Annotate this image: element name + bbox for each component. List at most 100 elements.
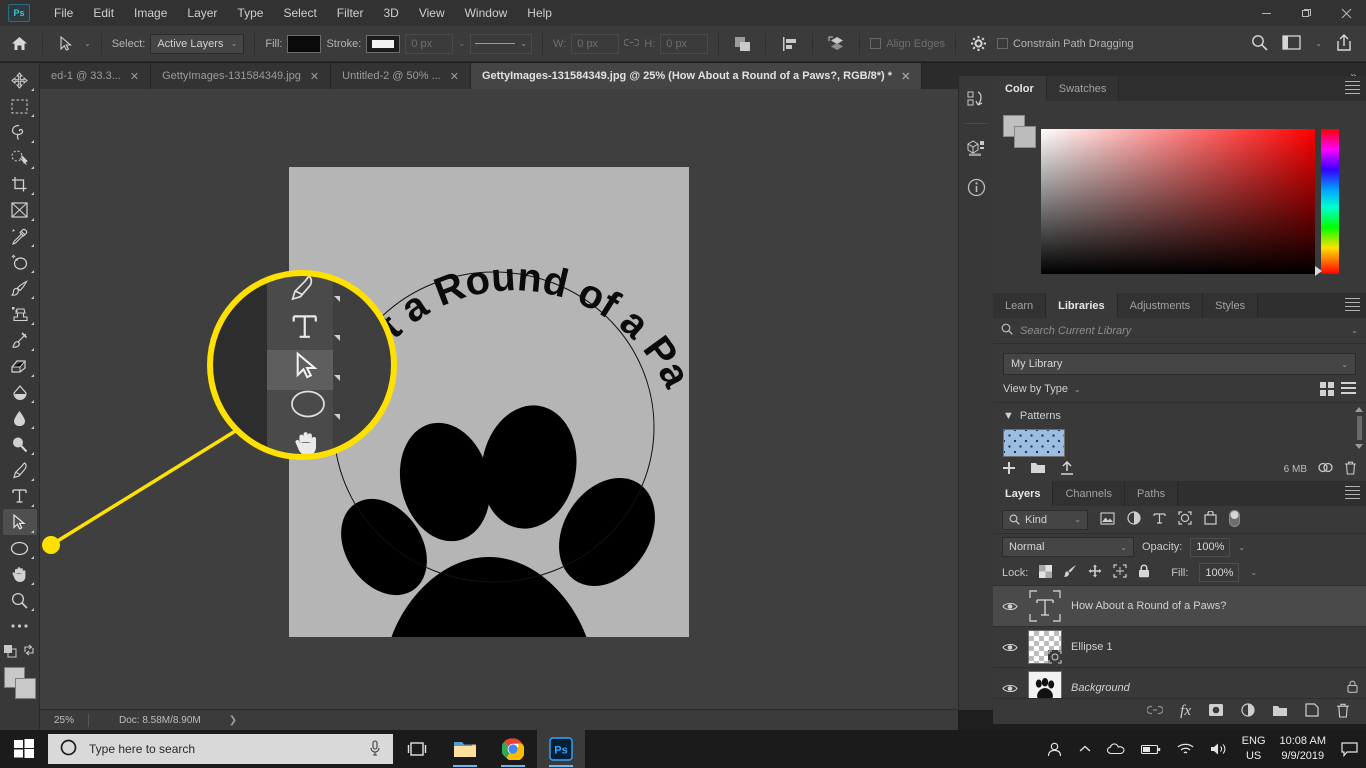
chrome-icon[interactable]: [489, 730, 537, 768]
layer-name[interactable]: Ellipse 1: [1071, 641, 1113, 653]
path-arrangement-icon[interactable]: [823, 32, 849, 56]
actions-icon[interactable]: [961, 84, 991, 114]
search-icon[interactable]: [1251, 34, 1268, 54]
document-tab-2[interactable]: Untitled-2 @ 50% ... ✕: [331, 63, 471, 89]
lock-position-icon[interactable]: [1088, 564, 1102, 581]
home-icon[interactable]: [6, 32, 32, 56]
pattern-asset-thumbnail[interactable]: [1003, 429, 1065, 457]
select-mode-dropdown[interactable]: Active Layers ⌄: [150, 33, 245, 54]
workspace-icon[interactable]: [1282, 34, 1301, 53]
layer-thumbnail[interactable]: [1028, 630, 1062, 664]
hue-slider[interactable]: [1321, 129, 1339, 274]
crop-tool[interactable]: [3, 171, 37, 197]
tab-styles[interactable]: Styles: [1203, 293, 1259, 318]
file-explorer-icon[interactable]: [441, 730, 489, 768]
library-search-row[interactable]: Search Current Library ⌄: [993, 318, 1366, 344]
tab-swatches[interactable]: Swatches: [1046, 76, 1120, 101]
lock-all-icon[interactable]: [1138, 564, 1150, 581]
tab-channels[interactable]: Channels: [1053, 481, 1125, 506]
gear-icon[interactable]: [966, 32, 992, 56]
layer-filter-kind-dropdown[interactable]: Kind ⌄: [1002, 509, 1088, 530]
view-by-label[interactable]: View by Type: [1003, 383, 1068, 395]
dodge-tool[interactable]: [3, 431, 37, 457]
layer-visibility-icon[interactable]: [1001, 683, 1019, 694]
chevron-down-icon[interactable]: ⌄: [1351, 326, 1358, 335]
filter-toggle-icon[interactable]: [1229, 509, 1240, 530]
height-field[interactable]: 0 px: [660, 33, 709, 54]
volume-icon[interactable]: [1202, 730, 1236, 768]
zoom-tool[interactable]: [3, 587, 37, 613]
taskbar-clock[interactable]: 10:08 AM 9/9/2019: [1272, 730, 1334, 768]
eraser-tool[interactable]: [3, 353, 37, 379]
scroll-down-icon[interactable]: [1355, 444, 1363, 449]
layer-name[interactable]: How About a Round of a Paws?: [1071, 600, 1226, 612]
adjustment-filter-icon[interactable]: [1127, 511, 1141, 528]
new-group-icon[interactable]: [1272, 704, 1288, 720]
battery-icon[interactable]: [1133, 730, 1169, 768]
status-expand-icon[interactable]: ❯: [201, 715, 237, 726]
color-panel-swatches[interactable]: [1003, 115, 1037, 148]
close-button[interactable]: [1326, 0, 1366, 26]
language-indicator[interactable]: ENG US: [1236, 730, 1272, 768]
menu-type[interactable]: Type: [227, 3, 273, 23]
document-tab-3[interactable]: GettyImages-131584349.jpg @ 25% (How Abo…: [470, 63, 923, 89]
blend-mode-dropdown[interactable]: Normal ⌄: [1002, 537, 1134, 557]
panel-menu-icon[interactable]: [1345, 298, 1360, 314]
task-view-icon[interactable]: [393, 730, 441, 768]
frame-tool[interactable]: [3, 197, 37, 223]
canvas-area[interactable]: About a Round of a Paws?: [40, 89, 958, 709]
tab-color[interactable]: Color: [993, 76, 1047, 101]
delete-layer-icon[interactable]: [1336, 703, 1350, 721]
type-filter-icon[interactable]: [1153, 512, 1166, 528]
brush-tool[interactable]: [3, 275, 37, 301]
onedrive-icon[interactable]: [1099, 730, 1133, 768]
align-edges-checkbox[interactable]: [870, 38, 882, 49]
document-canvas[interactable]: About a Round of a Paws?: [289, 167, 689, 637]
background-color-swatch[interactable]: [14, 678, 36, 699]
opacity-value[interactable]: 100%: [1190, 537, 1231, 557]
layer-name[interactable]: Background: [1071, 682, 1130, 694]
opacity-chevron-down-icon[interactable]: ⌄: [1238, 543, 1245, 552]
layer-style-icon[interactable]: fx: [1180, 703, 1191, 720]
width-field[interactable]: 0 px: [571, 33, 620, 54]
lock-artboard-icon[interactable]: [1113, 564, 1127, 581]
blur-tool[interactable]: [3, 405, 37, 431]
microphone-icon[interactable]: [369, 739, 381, 759]
close-icon[interactable]: ✕: [901, 70, 910, 83]
windows-start-icon[interactable]: [0, 730, 48, 768]
stroke-style-dropdown[interactable]: ⌄: [470, 33, 533, 54]
tab-paths[interactable]: Paths: [1124, 481, 1179, 506]
panel-menu-icon[interactable]: [1345, 81, 1360, 97]
lock-transparency-icon[interactable]: [1039, 564, 1053, 581]
pixel-filter-icon[interactable]: [1100, 511, 1115, 528]
tab-learn[interactable]: Learn: [993, 293, 1047, 318]
people-icon[interactable]: [1038, 730, 1071, 768]
taskbar-search-input[interactable]: Type here to search: [89, 742, 357, 756]
info-icon[interactable]: [961, 172, 991, 202]
layer-visibility-icon[interactable]: [1001, 601, 1019, 612]
grid-view-icon[interactable]: [1320, 382, 1334, 396]
add-icon[interactable]: [1002, 461, 1016, 478]
document-tab-1[interactable]: GettyImages-131584349.jpg ✕: [151, 63, 332, 89]
rectangular-marquee-tool[interactable]: [3, 93, 37, 119]
shape-filter-icon[interactable]: [1178, 511, 1192, 528]
link-layers-icon[interactable]: [1146, 705, 1164, 718]
chevron-down-icon[interactable]: ⌄: [1074, 385, 1081, 394]
move-tool[interactable]: [3, 67, 37, 93]
eyedropper-tool[interactable]: [3, 223, 37, 249]
hand-tool[interactable]: [3, 561, 37, 587]
scroll-thumb[interactable]: [1356, 416, 1362, 440]
layer-row-type[interactable]: How About a Round of a Paws?: [993, 586, 1366, 627]
menu-window[interactable]: Window: [455, 3, 518, 23]
tab-layers[interactable]: Layers: [993, 481, 1054, 506]
library-search-input[interactable]: Search Current Library: [1020, 325, 1344, 337]
workspace-chevron-down-icon[interactable]: ⌄: [1315, 39, 1322, 48]
pen-tool[interactable]: [3, 457, 37, 483]
close-icon[interactable]: ✕: [130, 70, 139, 83]
fill-chevron-down-icon[interactable]: ⌄: [1250, 568, 1257, 577]
path-alignment-icon[interactable]: [776, 32, 802, 56]
menu-3d[interactable]: 3D: [373, 3, 408, 23]
new-layer-icon[interactable]: [1305, 703, 1319, 720]
layer-thumbnail[interactable]: [1028, 589, 1062, 623]
smart-object-filter-icon[interactable]: [1204, 510, 1217, 528]
